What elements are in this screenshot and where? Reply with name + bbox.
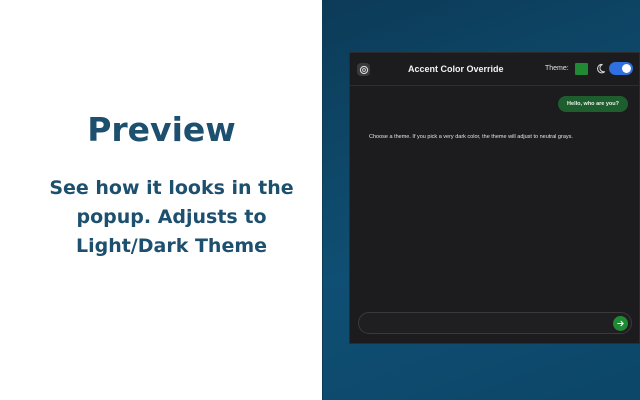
promo-subtext: See how it looks in the popup. Adjusts t…: [49, 177, 294, 257]
openai-logo-icon: [357, 63, 370, 76]
theme-label: Theme:: [545, 65, 569, 72]
promo-heading: Preview: [87, 110, 236, 149]
extension-popup: Accent Color Override Theme: Hello, who …: [349, 52, 640, 344]
send-icon: [617, 320, 624, 327]
send-button[interactable]: [613, 316, 628, 331]
assistant-message: Choose a theme. If you pick a very dark …: [369, 134, 573, 140]
user-message: Hello, who are you?: [558, 96, 628, 112]
message-composer: [358, 312, 632, 334]
accent-color-swatch[interactable]: [575, 63, 588, 75]
message-input[interactable]: [367, 317, 611, 331]
toggle-knob: [622, 64, 631, 73]
dark-mode-toggle[interactable]: [609, 62, 633, 75]
moon-icon: [597, 63, 606, 74]
popup-header: Accent Color Override Theme:: [350, 53, 639, 86]
promo-panel: Preview See how it looks in the popup. A…: [0, 0, 323, 400]
popup-title: Accent Color Override: [408, 64, 504, 74]
